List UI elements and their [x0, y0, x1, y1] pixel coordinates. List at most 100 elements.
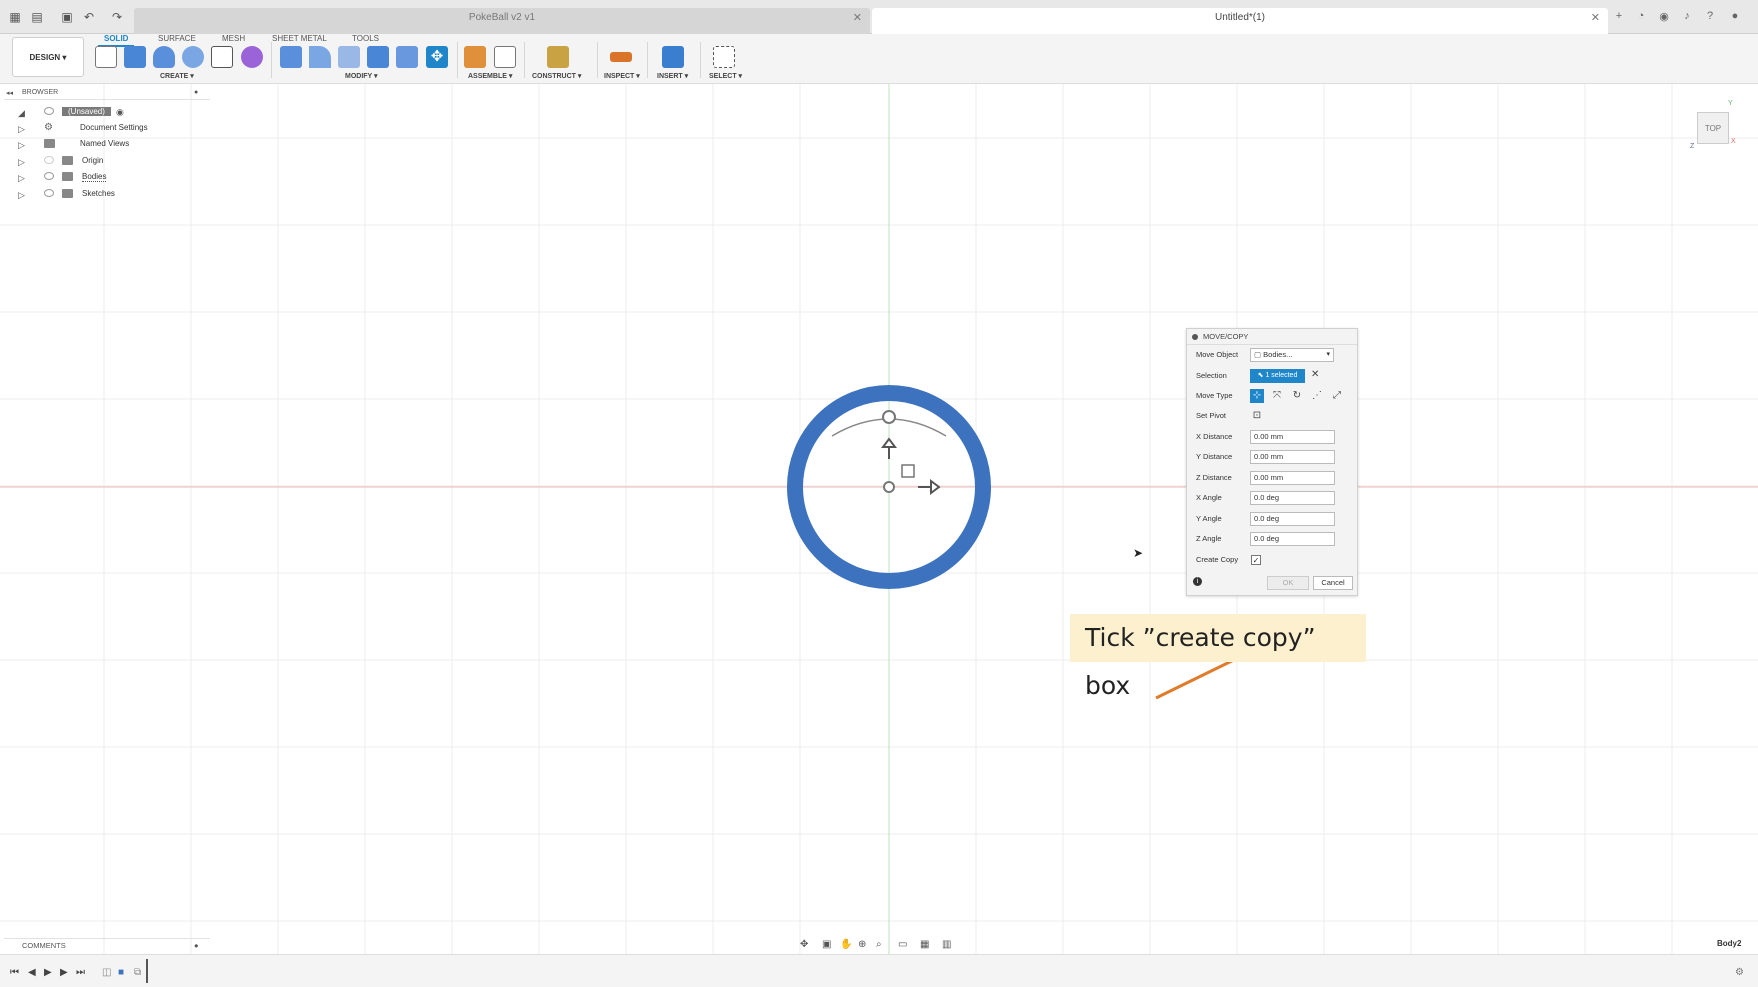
set-pivot-icon[interactable]: ⊡ [1250, 409, 1264, 423]
file-menu-icon[interactable]: ▤ [30, 10, 44, 24]
fit-icon[interactable]: ⌕ [876, 939, 882, 950]
timeline-sketch-icon[interactable]: ◫ [102, 967, 111, 978]
eye-icon[interactable] [44, 156, 54, 164]
zoom-icon[interactable]: ⊕ [858, 939, 866, 950]
grid-settings-icon[interactable]: ▦ [920, 939, 929, 950]
fillet-icon[interactable] [309, 46, 331, 68]
insert-image-icon[interactable] [662, 46, 684, 68]
expand-icon[interactable]: ▷ [18, 173, 25, 184]
next-step-icon[interactable]: ▶ [60, 967, 68, 978]
dialog-header[interactable]: MOVE/COPY [1187, 329, 1357, 345]
assemble-group-label[interactable]: ASSEMBLE ▾ [468, 72, 512, 80]
active-indicator-icon[interactable]: ◉ [116, 107, 124, 118]
browser-header[interactable]: ◂◂ BROWSER ● [4, 88, 210, 100]
viewports-icon[interactable]: ▥ [942, 939, 951, 950]
eye-icon[interactable] [44, 172, 54, 180]
new-tab-icon[interactable]: + [1612, 10, 1626, 24]
create-copy-checkbox[interactable]: ✓ [1251, 555, 1261, 565]
press-pull-icon[interactable] [280, 46, 302, 68]
move-copy-icon[interactable]: ✥ [426, 46, 448, 68]
inspect-group-label[interactable]: INSPECT ▾ [604, 72, 640, 80]
tab-sheet-metal[interactable]: SHEET METAL [272, 34, 327, 43]
workspace-switcher[interactable]: DESIGN ▾ [12, 37, 84, 77]
shell-icon[interactable] [367, 46, 389, 68]
modify-group-label[interactable]: MODIFY ▾ [345, 72, 378, 80]
previous-step-icon[interactable]: ◀ [28, 967, 36, 978]
point-to-position-icon[interactable]: ⤢ [1330, 389, 1344, 403]
point-to-point-icon[interactable]: ⋰ [1310, 389, 1324, 403]
select-group-label[interactable]: SELECT ▾ [709, 72, 742, 80]
z-distance-input[interactable]: 0.00 mm [1250, 471, 1335, 485]
close-icon[interactable]: ✕ [1591, 8, 1600, 28]
z-angle-input[interactable]: 0.0 deg [1250, 532, 1335, 546]
x-distance-input[interactable]: 0.00 mm [1250, 430, 1335, 444]
measure-icon[interactable] [610, 52, 632, 62]
move-object-select[interactable]: ▢ Bodies... ▾ [1250, 348, 1334, 362]
offset-plane-icon[interactable] [547, 46, 569, 68]
pin-icon[interactable]: ● [194, 89, 198, 96]
display-settings-icon[interactable]: ▭ [898, 939, 907, 950]
notifications-icon[interactable]: ♪ [1680, 10, 1694, 24]
viewport-canvas[interactable] [0, 84, 1758, 954]
expand-icon[interactable]: ▷ [18, 157, 25, 168]
extensions-icon[interactable]: ◉ [1657, 10, 1671, 24]
settings-gear-icon[interactable]: ⚙ [1735, 967, 1744, 978]
select-icon[interactable] [713, 46, 735, 68]
tab-solid[interactable]: SOLID [104, 34, 128, 43]
joint-icon[interactable] [494, 46, 516, 68]
combine-icon[interactable] [396, 46, 418, 68]
form-icon[interactable] [241, 46, 263, 68]
look-at-icon[interactable]: ▣ [822, 939, 831, 950]
rotate-icon[interactable]: ↻ [1290, 389, 1304, 403]
info-icon[interactable]: i [1193, 577, 1202, 586]
tab-mesh[interactable]: MESH [222, 34, 245, 43]
timeline-marker[interactable] [146, 959, 148, 983]
new-component-icon[interactable] [464, 46, 486, 68]
timeline-move-icon[interactable]: ⧉ [134, 967, 141, 978]
extrude-icon[interactable] [124, 46, 146, 68]
selection-chip[interactable]: ⬉ 1 selected [1250, 369, 1305, 383]
translate-icon[interactable]: ⤧ [1270, 389, 1284, 403]
redo-icon[interactable]: ↷ [110, 10, 124, 24]
cancel-button[interactable]: Cancel [1313, 576, 1353, 590]
free-move-icon[interactable]: ⊹ [1250, 389, 1264, 403]
collapse-icon[interactable]: ◂◂ [6, 89, 13, 97]
pin-icon[interactable]: ● [194, 939, 199, 953]
tab-pokeball[interactable]: PokeBall v2 v1 ✕ [134, 8, 870, 34]
tab-surface[interactable]: SURFACE [158, 34, 196, 43]
orbit-icon[interactable]: ✥ [800, 939, 808, 950]
first-step-icon[interactable]: ⏮ [10, 967, 19, 978]
expand-icon[interactable]: ▷ [18, 140, 25, 151]
close-icon[interactable]: ✕ [853, 8, 862, 28]
save-icon[interactable]: ▣ [60, 10, 74, 24]
y-angle-input[interactable]: 0.0 deg [1250, 512, 1335, 526]
help-icon[interactable]: ? [1703, 10, 1717, 24]
dialog-menu-icon[interactable] [1192, 334, 1198, 340]
chamfer-icon[interactable] [338, 46, 360, 68]
eye-icon[interactable] [44, 107, 54, 115]
revolve-icon[interactable] [153, 46, 175, 68]
pan-icon[interactable]: ✋ [840, 939, 852, 950]
undo-icon[interactable]: ↶ [82, 10, 96, 24]
create-group-label[interactable]: CREATE ▾ [160, 72, 194, 80]
last-step-icon[interactable]: ⏭ [76, 967, 85, 978]
comments-panel[interactable]: COMMENTS ● [4, 938, 210, 952]
hole-icon[interactable] [182, 46, 204, 68]
viewcube[interactable]: TOP [1697, 112, 1729, 144]
pattern-icon[interactable] [211, 46, 233, 68]
x-angle-input[interactable]: 0.0 deg [1250, 491, 1335, 505]
clear-selection-icon[interactable]: ✕ [1311, 369, 1319, 380]
app-grid-icon[interactable]: ▦ [8, 10, 22, 24]
avatar[interactable]: ● [1728, 10, 1742, 24]
create-sketch-icon[interactable] [95, 46, 117, 68]
expand-icon[interactable]: ▷ [18, 190, 25, 201]
play-icon[interactable]: ▶ [44, 967, 52, 978]
ok-button[interactable]: OK [1267, 576, 1309, 590]
insert-group-label[interactable]: INSERT ▾ [657, 72, 688, 80]
tab-tools[interactable]: TOOLS [352, 34, 379, 43]
collapse-triangle-icon[interactable]: ◢ [18, 108, 25, 119]
job-status-icon[interactable]: ◔ [1634, 10, 1648, 24]
expand-icon[interactable]: ▷ [18, 124, 25, 135]
timeline-extrude-icon[interactable]: ■ [118, 967, 124, 978]
y-distance-input[interactable]: 0.00 mm [1250, 450, 1335, 464]
